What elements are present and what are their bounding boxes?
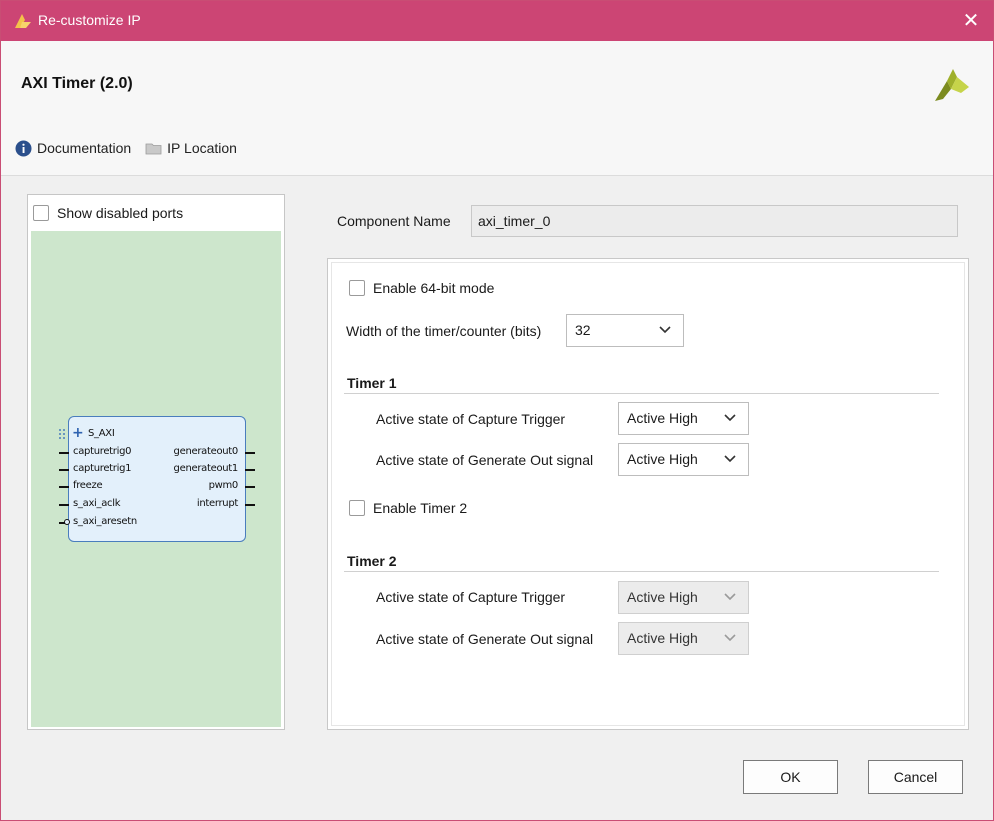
pin-capturetrig0 xyxy=(59,452,69,454)
timer2-capture-select[interactable]: Active High xyxy=(618,581,749,614)
timer2-heading: Timer 2 xyxy=(347,553,397,569)
port-s-axi-aclk: s_axi_aclk xyxy=(73,498,121,509)
timer2-capture-label: Active state of Capture Trigger xyxy=(376,589,566,605)
pin-s-axi-aclk xyxy=(59,504,69,506)
header-divider xyxy=(1,175,993,176)
timer1-capture-value: Active High xyxy=(627,410,698,426)
timer1-generate-value: Active High xyxy=(627,451,698,467)
component-name-field[interactable]: axi_timer_0 xyxy=(471,205,958,237)
timer2-capture-value: Active High xyxy=(627,589,698,605)
chevron-down-icon xyxy=(659,326,671,334)
ip-symbol-panel: Show disabled ports + S_AXI capturetrig0… xyxy=(27,194,285,730)
port-s-axi-aresetn: s_axi_aresetn xyxy=(73,516,137,527)
port-s-axi: S_AXI xyxy=(88,428,115,439)
pin-generateout1 xyxy=(245,469,255,471)
timer1-capture-select[interactable]: Active High xyxy=(618,402,749,435)
cancel-button[interactable]: Cancel xyxy=(868,760,963,794)
vivado-logo-icon xyxy=(935,69,969,101)
enable-64bit-checkbox[interactable] xyxy=(349,280,365,296)
bus-handle-icon xyxy=(59,429,65,439)
timer2-generate-select[interactable]: Active High xyxy=(618,622,749,655)
ip-header: AXI Timer (2.0) Documentation IP Locatio… xyxy=(1,41,993,175)
timer1-divider xyxy=(344,393,939,394)
pin-interrupt xyxy=(245,504,255,506)
timer2-generate-value: Active High xyxy=(627,630,698,646)
chevron-down-icon xyxy=(724,593,736,601)
port-capturetrig0: capturetrig0 xyxy=(73,446,132,457)
vivado-app-icon xyxy=(15,14,31,28)
port-generateout1: generateout1 xyxy=(173,463,239,474)
timer1-heading: Timer 1 xyxy=(347,375,397,391)
timer1-capture-label: Active state of Capture Trigger xyxy=(376,411,566,427)
documentation-link[interactable]: Documentation xyxy=(15,140,131,157)
show-disabled-ports-option[interactable]: Show disabled ports xyxy=(33,205,183,221)
timer-width-value: 32 xyxy=(575,322,591,338)
ip-title: AXI Timer (2.0) xyxy=(21,75,133,92)
port-capturetrig1: capturetrig1 xyxy=(73,463,132,474)
window-title: Re-customize IP xyxy=(38,12,141,28)
enable-timer2-label: Enable Timer 2 xyxy=(373,500,468,516)
timer1-generate-label: Active state of Generate Out signal xyxy=(376,452,594,468)
component-name-label: Component Name xyxy=(337,213,451,229)
documentation-label: Documentation xyxy=(37,140,132,156)
title-bar: Re-customize IP ✕ xyxy=(1,1,993,41)
pin-freeze xyxy=(59,486,69,488)
enable-64bit-option[interactable]: Enable 64-bit mode xyxy=(349,280,494,296)
options-panel: Enable 64-bit mode Width of the timer/co… xyxy=(327,258,969,730)
close-button[interactable]: ✕ xyxy=(949,1,993,41)
timer2-divider xyxy=(344,571,939,572)
chevron-down-icon xyxy=(724,455,736,463)
ip-location-label: IP Location xyxy=(167,140,237,156)
timer2-generate-label: Active state of Generate Out signal xyxy=(376,631,594,647)
port-generateout0: generateout0 xyxy=(173,446,239,457)
port-interrupt: interrupt xyxy=(196,498,238,509)
ip-block-symbol[interactable]: + S_AXI capturetrig0 capturetrig1 freeze… xyxy=(59,416,255,542)
pin-capturetrig1 xyxy=(59,469,69,471)
header-links: Documentation IP Location xyxy=(15,138,251,158)
pin-pwm0 xyxy=(245,486,255,488)
active-low-bubble-icon xyxy=(64,519,70,525)
show-disabled-ports-label: Show disabled ports xyxy=(57,205,184,221)
show-disabled-ports-checkbox[interactable] xyxy=(33,205,49,221)
bus-expand-icon[interactable]: + xyxy=(72,425,84,441)
recustomize-ip-dialog: Re-customize IP ✕ AXI Timer (2.0) Docume… xyxy=(0,0,994,821)
enable-timer2-option[interactable]: Enable Timer 2 xyxy=(349,500,467,516)
enable-64bit-label: Enable 64-bit mode xyxy=(373,280,495,296)
enable-timer2-checkbox[interactable] xyxy=(349,500,365,516)
timer1-generate-select[interactable]: Active High xyxy=(618,443,749,476)
configuration-area: Component Name axi_timer_0 Enable 64-bit… xyxy=(327,194,969,734)
chevron-down-icon xyxy=(724,414,736,422)
pin-generateout0 xyxy=(245,452,255,454)
close-icon: ✕ xyxy=(962,10,980,32)
folder-icon xyxy=(145,143,162,154)
symbol-canvas: + S_AXI capturetrig0 capturetrig1 freeze… xyxy=(31,231,281,727)
port-freeze: freeze xyxy=(73,480,103,491)
timer-width-label: Width of the timer/counter (bits) xyxy=(346,323,542,339)
info-icon xyxy=(15,140,32,156)
chevron-down-icon xyxy=(724,634,736,642)
ok-button[interactable]: OK xyxy=(743,760,838,794)
port-pwm0: pwm0 xyxy=(208,480,239,491)
ip-location-link[interactable]: IP Location xyxy=(145,140,237,157)
timer-width-select[interactable]: 32 xyxy=(566,314,684,347)
